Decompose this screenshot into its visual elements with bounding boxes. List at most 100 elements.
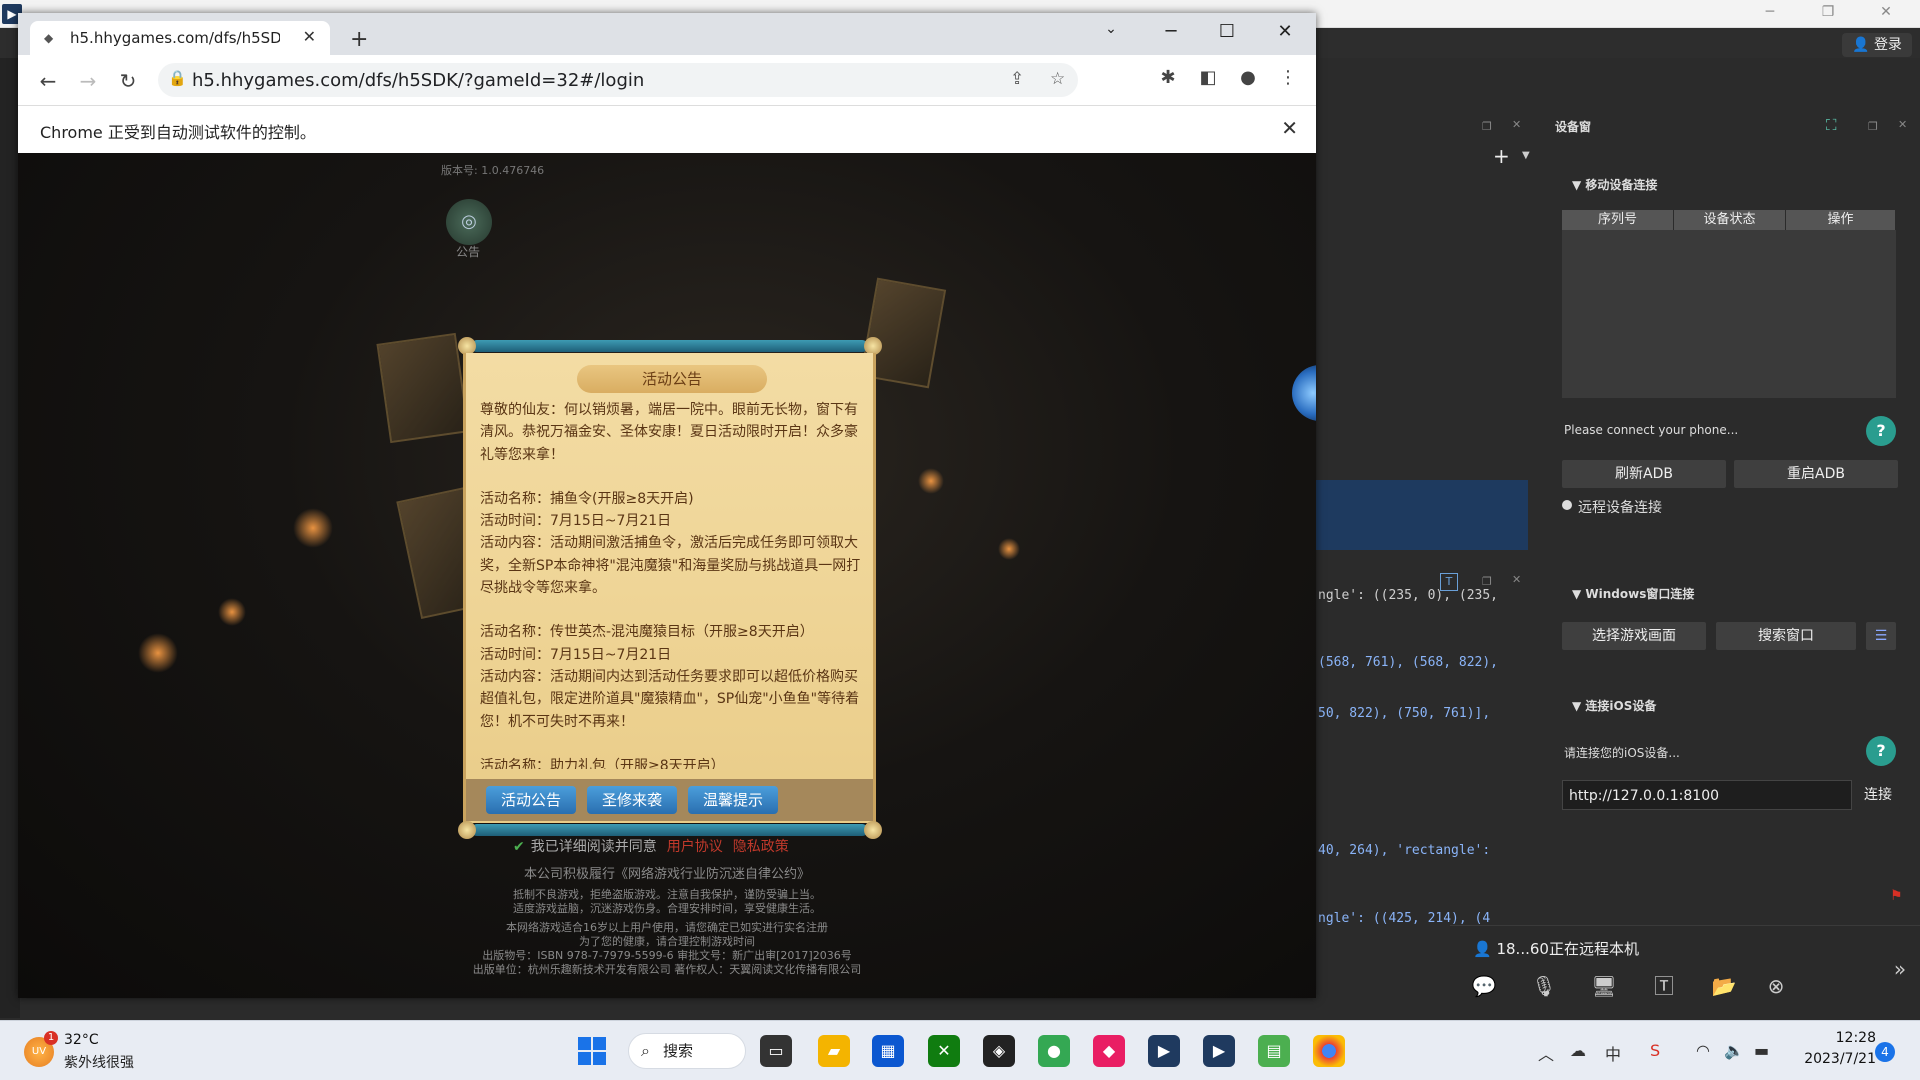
infobar-close-icon[interactable]: ✕ (1281, 116, 1298, 140)
browser-tab[interactable]: ◆ h5.hhygames.com/dfs/h5SDK ✕ (30, 21, 330, 55)
ios-url-input[interactable]: http://127.0.0.1:8100 (1562, 780, 1852, 810)
announcement-paragraph: 尊敬的仙友：何以销烦暑，端居一院中。眼前无长物，窗下有清风。恭祝万福金安、圣体安… (480, 402, 858, 463)
microphone-icon[interactable]: 🎙 (1528, 972, 1560, 1000)
game-app-icon[interactable]: ● (1038, 1035, 1070, 1067)
table-header-action[interactable]: 操作 (1786, 210, 1896, 230)
ide-minimize-button[interactable]: ─ (1750, 4, 1790, 24)
url-text[interactable]: h5.hhygames.com/dfs/h5SDK/?gameId=32#/lo… (192, 70, 644, 91)
reload-icon[interactable]: ↻ (114, 67, 142, 95)
minimize-button[interactable]: ─ (1148, 21, 1194, 47)
profile-icon[interactable]: ● (1234, 67, 1262, 88)
file-transfer-icon[interactable]: 📂 (1708, 972, 1740, 1000)
panel-float-icon[interactable]: ❐ (1482, 120, 1492, 133)
menu-icon[interactable]: ⋮ (1274, 67, 1302, 88)
weather-description[interactable]: 紫外线很强 (64, 1052, 134, 1072)
announcement-paragraph: 活动名称：捕鱼令(开服≥8天开启) 活动时间：7月15日~7月21日 活动内容：… (480, 490, 861, 597)
tab-search-icon[interactable]: ⌄ (1088, 21, 1134, 47)
bookmark-star-icon[interactable]: ☆ (1050, 69, 1065, 89)
table-header-serial[interactable]: 序列号 (1562, 210, 1674, 230)
announcement-popup: 活动公告 尊敬的仙友：何以销烦暑，端居一院中。眼前无长物，窗下有清风。恭祝万福金… (463, 353, 876, 823)
log-float-icon[interactable]: ❐ (1482, 575, 1492, 588)
file-explorer-icon[interactable]: ▰ (818, 1035, 850, 1067)
user-agreement-link[interactable]: 用户协议 (667, 839, 723, 855)
tab-holy-cultivation[interactable]: 圣修来袭 (587, 786, 677, 814)
volume-icon[interactable]: 🔈 (1724, 1041, 1744, 1060)
ide-close-button[interactable]: ✕ (1866, 4, 1906, 24)
network-status-icon[interactable]: ☁ (1570, 1041, 1586, 1060)
clock-time[interactable]: 12:28 (1806, 1030, 1876, 1046)
refresh-adb-button[interactable]: 刷新ADB (1562, 460, 1726, 488)
select-game-window-button[interactable]: 选择游戏画面 (1562, 622, 1706, 650)
weather-temperature[interactable]: 32°C (64, 1032, 99, 1048)
ios-section-header[interactable]: ▼ 连接iOS设备 (1572, 697, 1656, 714)
expand-icon[interactable]: » (1884, 955, 1916, 983)
mobile-section-header[interactable]: ▼ 移动设备连接 (1572, 176, 1657, 193)
store-icon[interactable]: ▦ (872, 1035, 904, 1067)
chat-icon[interactable]: 💬 (1468, 972, 1500, 1000)
help-icon[interactable]: ? (1866, 416, 1896, 446)
forward-icon[interactable]: → (74, 67, 102, 95)
start-button[interactable] (578, 1037, 606, 1065)
tab-close-icon[interactable]: ✕ (303, 27, 316, 46)
chart-app-icon[interactable]: ▤ (1258, 1035, 1290, 1067)
screenshot-icon[interactable]: ⛶ (1826, 116, 1837, 134)
ide-maximize-button[interactable]: ❐ (1808, 4, 1848, 24)
tab-activity-notice[interactable]: 活动公告 (486, 786, 576, 814)
close-button[interactable]: ✕ (1262, 21, 1308, 47)
ios-help-icon[interactable]: ? (1866, 736, 1896, 766)
text-icon[interactable]: 🅃 (1648, 972, 1680, 1000)
browser-toolbar: ← → ↻ 🔒 h5.hhygames.com/dfs/h5SDK/?gameI… (18, 55, 1316, 105)
share-icon[interactable]: ⇪ (1010, 69, 1024, 89)
search-window-button[interactable]: 搜索窗口 (1716, 622, 1856, 650)
battery-icon[interactable]: ▬ (1754, 1041, 1769, 1060)
screen-share-icon[interactable]: 🖥 (1588, 972, 1620, 1000)
tray-overflow-icon[interactable]: ︿ (1538, 1041, 1554, 1065)
list-icon[interactable]: ☰ (1866, 622, 1896, 650)
ios-connect-button[interactable]: 连接 (1856, 781, 1900, 809)
back-icon[interactable]: ← (34, 67, 62, 95)
scroll-rod-end (458, 821, 476, 839)
log-close-icon[interactable]: ✕ (1512, 573, 1521, 586)
extensions-icon[interactable]: ✱ (1154, 67, 1182, 88)
address-bar[interactable]: 🔒 h5.hhygames.com/dfs/h5SDK/?gameId=32#/… (158, 63, 1078, 97)
device-panel-float-icon[interactable]: ❐ (1868, 120, 1878, 133)
restart-adb-button[interactable]: 重启ADB (1734, 460, 1898, 488)
notice-icon[interactable]: ◎ (446, 199, 492, 245)
agree-checkbox[interactable]: ✔ (513, 839, 525, 855)
red-app-icon[interactable]: ◆ (1093, 1035, 1125, 1067)
windows-section-header[interactable]: ▼ Windows窗口连接 (1572, 585, 1694, 602)
new-tab-button[interactable]: + (350, 27, 368, 52)
taskbar-search[interactable]: ⌕ 搜索 (628, 1033, 746, 1069)
table-header-status[interactable]: 设备状态 (1674, 210, 1786, 230)
ide-app-icon-2[interactable]: ▶ (1203, 1035, 1235, 1067)
ide-app-icon[interactable]: ▶ (1148, 1035, 1180, 1067)
task-view-icon[interactable]: ▭ (760, 1035, 792, 1067)
notification-badge[interactable]: 4 (1875, 1042, 1895, 1062)
privacy-policy-link[interactable]: 隐私政策 (733, 839, 789, 855)
maximize-button[interactable]: ☐ (1204, 21, 1250, 47)
xbox-icon[interactable]: ✕ (928, 1035, 960, 1067)
glow-particle (998, 538, 1020, 560)
app-tray-icon[interactable]: S (1650, 1041, 1660, 1060)
cube-app-icon[interactable]: ◈ (983, 1035, 1015, 1067)
panel-close-icon[interactable]: ✕ (1512, 118, 1521, 131)
login-button[interactable]: 👤 登录 (1842, 33, 1912, 57)
ime-icon[interactable]: 中 (1605, 1041, 1621, 1065)
flag-icon[interactable]: ⚑ (1890, 888, 1903, 904)
device-panel-close-icon[interactable]: ✕ (1898, 118, 1907, 131)
windows-logo-part (578, 1052, 591, 1065)
remote-status-text: 18...60正在远程本机 (1496, 940, 1639, 958)
disconnect-icon[interactable]: ⊗ (1760, 972, 1792, 1000)
side-panel-icon[interactable]: ◧ (1194, 67, 1222, 88)
clock-date[interactable]: 2023/7/21 (1796, 1051, 1876, 1067)
add-icon[interactable]: + (1493, 144, 1510, 168)
tab-tips[interactable]: 温馨提示 (688, 786, 778, 814)
chrome-icon[interactable] (1313, 1035, 1345, 1067)
lock-icon[interactable]: 🔒 (168, 69, 187, 87)
announcement-body[interactable]: 尊敬的仙友：何以销烦暑，端居一院中。眼前无长物，窗下有清风。恭祝万福金安、圣体安… (480, 399, 865, 769)
chevron-down-icon[interactable]: ▼ (1522, 150, 1530, 161)
side-orb[interactable] (1292, 365, 1316, 421)
remote-radio[interactable] (1562, 500, 1572, 510)
wifi-icon[interactable]: ◠ (1696, 1041, 1710, 1060)
game-canvas[interactable]: 版本号: 1.0.476746 ◎ 公告 活动公告 尊敬的仙友：何以销烦暑，端居… (18, 153, 1316, 998)
